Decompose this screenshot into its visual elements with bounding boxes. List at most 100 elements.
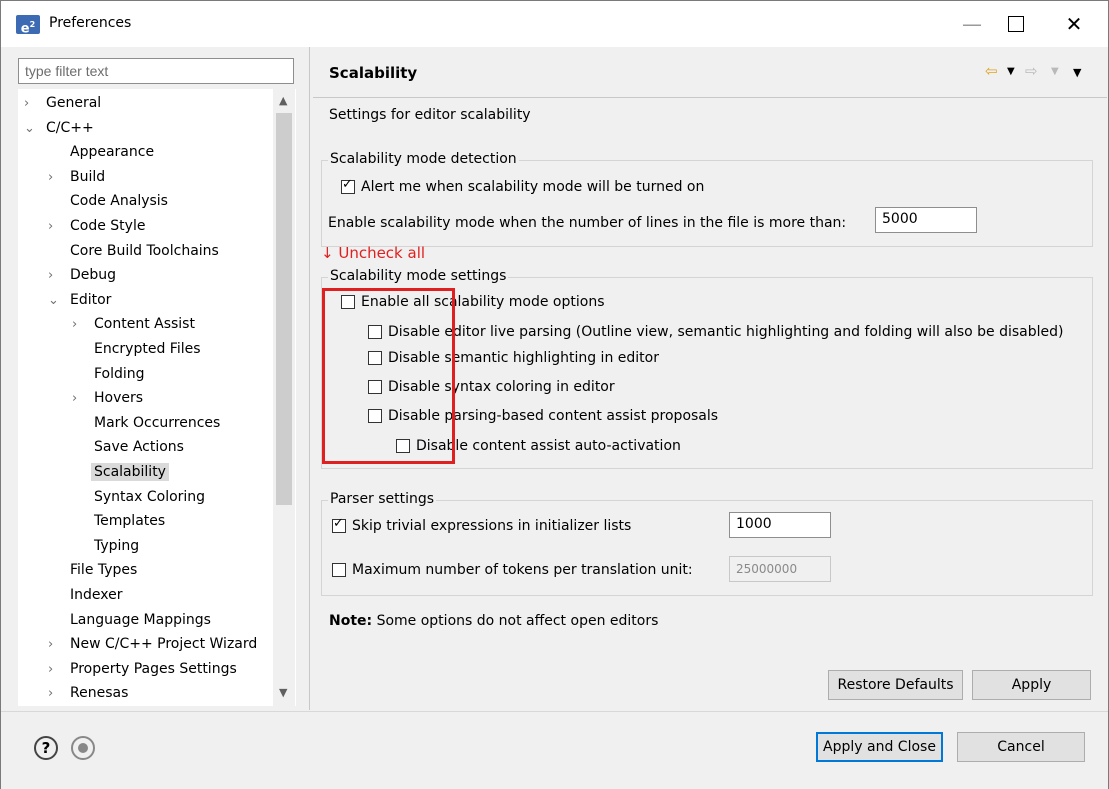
lines-threshold-input[interactable]: 5000 — [875, 207, 977, 233]
collapsed-arrow-icon[interactable]: › — [48, 658, 70, 682]
tree-item[interactable]: › Renesas — [48, 681, 128, 705]
scalability-option-checkbox[interactable]: Disable editor live parsing (Outline vie… — [368, 324, 1064, 340]
collapsed-arrow-icon[interactable]: › — [48, 215, 70, 239]
tree-item[interactable]: Mark Occurrences — [72, 411, 220, 435]
scalability-option-box[interactable] — [368, 409, 382, 423]
tree-item[interactable]: Appearance — [48, 140, 154, 164]
maximize-icon — [1008, 16, 1024, 32]
tree-item[interactable]: › Property Pages Settings — [48, 657, 237, 681]
scalability-option-checkbox[interactable]: Disable parsing-based content assist pro… — [368, 408, 718, 424]
tree-item[interactable]: › Code Style — [48, 214, 145, 238]
tree-item[interactable]: Indexer — [48, 583, 122, 607]
collapsed-arrow-icon[interactable]: › — [24, 92, 46, 116]
forward-dropdown-icon[interactable]: ▼ — [1051, 66, 1059, 77]
maximize-button[interactable] — [993, 1, 1039, 47]
tree-item[interactable]: Encrypted Files — [72, 337, 201, 361]
collapsed-arrow-icon[interactable]: › — [48, 264, 70, 288]
filter-input[interactable] — [18, 58, 294, 84]
tree-item-label: Code Style — [70, 218, 146, 234]
preferences-window: e2 Preferences — ✕ ›General⌄C/C++ Appeara… — [0, 0, 1109, 789]
close-button[interactable]: ✕ — [1051, 1, 1097, 47]
tree-item[interactable]: File Types — [48, 558, 137, 582]
tree-item-label: Syntax Coloring — [94, 488, 206, 505]
expanded-arrow-icon[interactable]: ⌄ — [48, 289, 70, 313]
tree-item-label: Renesas — [70, 685, 129, 702]
tree-item[interactable]: › Content Assist — [72, 312, 195, 336]
back-dropdown-icon[interactable]: ▼ — [1007, 66, 1015, 77]
alert-checkbox[interactable]: Alert me when scalability mode will be t… — [341, 177, 704, 195]
scalability-option-checkbox[interactable]: Disable content assist auto-activation — [396, 438, 681, 454]
forward-arrow-icon[interactable]: ⇨ — [1025, 62, 1038, 80]
tree-item-label: Core Build Toolchains — [70, 242, 219, 259]
collapsed-arrow-icon[interactable]: › — [48, 633, 70, 657]
scalability-option-box[interactable] — [396, 439, 410, 453]
collapsed-arrow-icon[interactable]: › — [72, 387, 94, 411]
tree-item-label: Appearance — [70, 144, 155, 161]
page-title: Scalability — [329, 64, 418, 82]
tree-scrollbar[interactable]: ▲ ▼ — [273, 89, 295, 706]
tree-item[interactable]: Templates — [72, 509, 165, 533]
tree-item-label: Folding — [94, 365, 145, 382]
scalability-option-box[interactable] — [368, 380, 382, 394]
scalability-option-label: Disable editor live parsing (Outline vie… — [388, 324, 1064, 340]
tree-item[interactable]: › General — [24, 91, 101, 115]
scalability-option-checkbox[interactable]: Disable syntax coloring in editor — [368, 379, 615, 395]
scalability-option-box[interactable] — [368, 325, 382, 339]
tree-item[interactable]: Folding — [72, 362, 145, 386]
tree-item-label: Hovers — [94, 390, 144, 407]
max-tokens-checkbox[interactable]: Maximum number of tokens per translation… — [332, 562, 693, 578]
collapsed-arrow-icon[interactable]: › — [48, 166, 70, 190]
tree-item[interactable]: › Hovers — [72, 386, 143, 410]
view-menu-icon[interactable]: ▼ — [1073, 66, 1081, 79]
pane-splitter[interactable] — [309, 47, 310, 710]
scalability-option-checkbox[interactable]: Enable all scalability mode options — [341, 294, 604, 310]
skip-trivial-label: Skip trivial expressions in initializer … — [352, 518, 632, 534]
scalability-option-box[interactable] — [341, 295, 355, 309]
help-icon[interactable]: ? — [34, 736, 58, 760]
tree-item-label: New C/C++ Project Wizard — [70, 636, 258, 653]
settings-group-title: Scalability mode settings — [328, 268, 509, 284]
tree-item-label: Encrypted Files — [94, 341, 201, 357]
alert-checkbox-box[interactable] — [341, 177, 355, 194]
scalability-option-checkbox[interactable]: Disable semantic highlighting in editor — [368, 350, 659, 366]
cancel-button[interactable]: Cancel — [957, 732, 1085, 762]
tree-item[interactable]: › Debug — [48, 263, 116, 287]
tree-item[interactable]: Language Mappings — [48, 608, 211, 632]
tree-item[interactable]: › Build — [48, 165, 105, 189]
expanded-arrow-icon[interactable]: ⌄ — [24, 117, 46, 141]
max-tokens-checkbox-box[interactable] — [332, 563, 346, 577]
preference-page: Scalability ⇦ ▼ ⇨ ▼ ▼ Settings for edito… — [313, 47, 1107, 710]
tree-item-label: Save Actions — [94, 439, 184, 456]
tree-item[interactable]: › New C/C++ Project Wizard — [48, 632, 257, 656]
skip-trivial-checkbox[interactable]: Skip trivial expressions in initializer … — [332, 516, 632, 534]
apply-and-close-button[interactable]: Apply and Close — [816, 732, 943, 762]
collapsed-arrow-icon[interactable]: › — [48, 682, 70, 706]
parser-group-title: Parser settings — [328, 491, 437, 507]
record-macro-icon[interactable] — [71, 736, 95, 760]
max-tokens-label: Maximum number of tokens per translation… — [352, 562, 693, 578]
skip-trivial-input[interactable]: 1000 — [729, 512, 831, 538]
tree-item[interactable]: Save Actions — [72, 435, 184, 459]
tree-item[interactable]: Typing — [72, 534, 139, 558]
collapsed-arrow-icon[interactable]: › — [72, 313, 94, 337]
tree-item[interactable]: Core Build Toolchains — [48, 239, 219, 263]
scroll-down-icon[interactable]: ▼ — [279, 686, 287, 699]
tree-item[interactable]: Code Analysis — [48, 189, 168, 213]
tree-item-label: Build — [70, 168, 106, 185]
tree-item[interactable]: Syntax Coloring — [72, 485, 205, 509]
skip-trivial-checkbox-box[interactable] — [332, 516, 346, 533]
scroll-thumb[interactable] — [276, 113, 292, 505]
preference-tree: › General ⌄ C/C++ Appearance › Build Code Analy… — [18, 89, 296, 706]
scalability-option-box[interactable] — [368, 351, 382, 365]
tree-item[interactable]: ⌄ Editor — [48, 288, 111, 312]
scroll-up-icon[interactable]: ▲ — [279, 94, 287, 107]
title-bar: e2 Preferences — ✕ — [1, 1, 1108, 47]
tree-item-label: Debug — [70, 267, 117, 284]
tree-item[interactable]: ⌄ C/C++ — [24, 116, 94, 140]
back-arrow-icon[interactable]: ⇦ — [985, 62, 998, 80]
minimize-button[interactable]: — — [949, 1, 995, 47]
apply-button[interactable]: Apply — [972, 670, 1091, 700]
tree-item[interactable]: Scalability — [72, 460, 169, 484]
restore-defaults-button[interactable]: Restore Defaults — [828, 670, 963, 700]
scalability-option-label: Disable syntax coloring in editor — [388, 379, 615, 395]
